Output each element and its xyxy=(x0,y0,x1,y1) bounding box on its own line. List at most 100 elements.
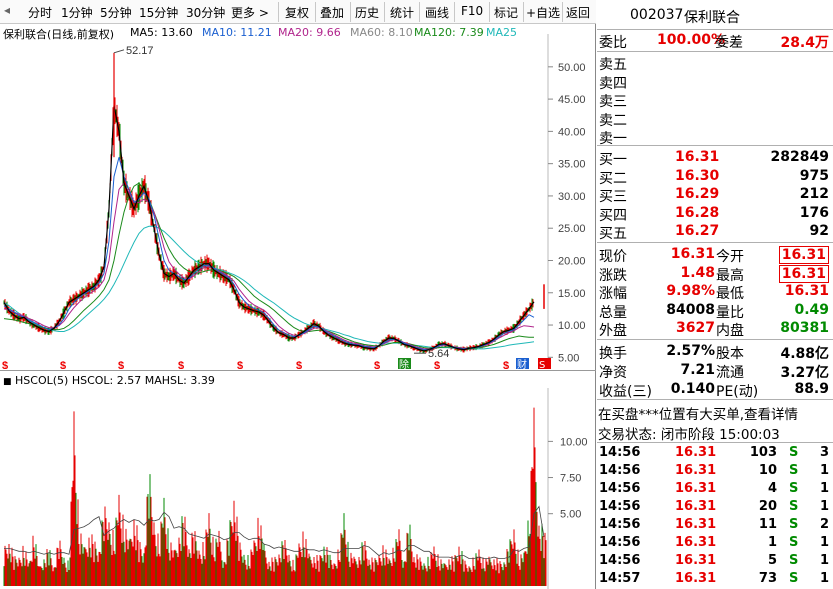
tick-volume: 10 xyxy=(758,463,777,478)
mahsl-value: MAHSL: 3.39 xyxy=(144,374,215,387)
stat-value: 1.48 xyxy=(680,264,715,281)
fund-row: 净资 7.21 流通 3.27亿 xyxy=(597,361,833,381)
kline-chart-panel[interactable]: 保利联合(日线,前复权) MA5: 13.60 MA10: 11.21 MA20: … xyxy=(0,24,596,589)
event-marker: $ xyxy=(118,360,124,369)
rights-adjust-button[interactable]: 复权 xyxy=(285,4,309,21)
trading-status: 交易状态: 闭市阶段 15:00:03 xyxy=(597,422,833,443)
tick-side: S xyxy=(789,571,799,586)
overlay-button[interactable]: 叠加 xyxy=(320,4,344,21)
buy-level-label: 买五 xyxy=(599,226,627,242)
stat-row: 现价 16.31 今开 16.31 xyxy=(597,245,833,265)
tick-side: S xyxy=(789,481,799,496)
tick-price: 16.31 xyxy=(675,481,717,496)
tab-5min[interactable]: 5分钟 xyxy=(100,4,132,21)
tick-count: 1 xyxy=(819,481,829,496)
stat-value: 0.49 xyxy=(794,301,829,318)
mark-button[interactable]: 标记 xyxy=(494,4,518,21)
back-button[interactable]: 返回 xyxy=(566,4,590,21)
fund-row: 收益(三) 0.140 PE(动) 88.9 xyxy=(597,380,833,400)
quote-panel: 002037 保利联合 委比 100.00% 委差 28.4万 卖五 卖四 卖三 卖二… xyxy=(597,0,833,589)
tick-side: S xyxy=(789,517,799,532)
buy-level-price: 16.28 xyxy=(675,204,720,221)
f10-button[interactable]: F10 xyxy=(461,4,483,18)
tab-intraday[interactable]: 分时 xyxy=(28,4,52,21)
hscol-value: HSCOL: 2.57 xyxy=(71,374,142,387)
sell-level-row: 卖一 xyxy=(597,127,833,147)
stat-row: 涨幅 9.98% 最低 16.31 xyxy=(597,282,833,302)
tick-volume: 4 xyxy=(767,481,777,496)
turnover-chart[interactable]: 5.00 7.50 10.00 xyxy=(0,388,596,589)
event-marker: $ xyxy=(2,360,8,369)
tab-15min[interactable]: 15分钟 xyxy=(139,4,178,21)
y-tick-label: 20.00 xyxy=(558,255,586,267)
tab-1min[interactable]: 1分钟 xyxy=(61,4,93,21)
more-periods-menu[interactable]: 更多 > xyxy=(231,4,269,21)
volume-legend: ■ HSCOL(5) HSCOL: 2.57 MAHSL: 3.39 xyxy=(3,374,215,387)
big-order-notice[interactable]: 在买盘***位置有大买单,查看详情 xyxy=(597,402,833,423)
fund-value: 0.140 xyxy=(670,381,715,397)
buy-level-price: 16.27 xyxy=(675,223,720,239)
event-marker: $ xyxy=(178,360,184,369)
fund-label: 股本 xyxy=(716,346,744,362)
tick-count: 1 xyxy=(819,463,829,478)
event-badge-label: 财 xyxy=(517,358,527,369)
tick-volume: 73 xyxy=(758,571,777,586)
buy-level-row[interactable]: 买三 16.29 212 xyxy=(597,185,833,205)
buy-level-row[interactable]: 买二 16.30 975 xyxy=(597,167,833,187)
statistics-button[interactable]: 统计 xyxy=(390,4,414,21)
tick-time: 14:56 xyxy=(599,517,641,532)
tick-count: 1 xyxy=(819,499,829,514)
order-ratio-row: 委比 100.00% 委差 28.4万 xyxy=(597,31,833,51)
buy-level-row[interactable]: 买五 16.27 92 xyxy=(597,222,833,242)
tick-volume: 5 xyxy=(767,553,777,568)
event-marker: $ xyxy=(296,360,302,369)
fund-label: 换手 xyxy=(599,346,627,362)
tick-row: 14:56 16.31 5 S 1 xyxy=(597,552,833,571)
y-tick-label: 30.00 xyxy=(558,191,586,203)
tick-side: S xyxy=(789,535,799,550)
pane-divider xyxy=(0,370,596,371)
tick-count: 3 xyxy=(819,445,829,460)
y-tick-label: 25.00 xyxy=(558,223,586,235)
ma120-line xyxy=(3,225,535,350)
tick-time: 14:56 xyxy=(599,463,641,478)
status-text: 交易状态: 闭市阶段 15:00:03 xyxy=(598,427,780,443)
add-watchlist-button[interactable]: +自选 xyxy=(526,4,560,21)
stat-label: 外盘 xyxy=(599,323,627,339)
tick-row: 14:56 16.31 103 S 3 xyxy=(597,444,833,463)
tick-volume: 103 xyxy=(749,445,777,460)
ratio-label: 委比 xyxy=(599,35,627,51)
buy-level-row[interactable]: 买一 16.31 282849 xyxy=(597,148,833,168)
tick-count: 1 xyxy=(819,553,829,568)
price-chart[interactable]: 5.00 10.00 15.00 20.00 25.00 30.00 35.00 40.00 4… xyxy=(0,24,596,369)
tick-time: 14:56 xyxy=(599,499,641,514)
buy-level-volume: 212 xyxy=(799,186,829,202)
tick-row: 14:56 16.31 4 S 1 xyxy=(597,480,833,499)
tick-time: 14:56 xyxy=(599,535,641,550)
history-button[interactable]: 历史 xyxy=(355,4,379,21)
event-marker: $ xyxy=(503,360,509,369)
tick-side: S xyxy=(789,445,799,460)
tab-30min[interactable]: 30分钟 xyxy=(186,4,225,21)
buy-level-row[interactable]: 买四 16.28 176 xyxy=(597,204,833,224)
stat-value: 9.98% xyxy=(666,283,715,299)
tick-row: 14:56 16.31 11 S 2 xyxy=(597,516,833,535)
tick-price: 16.31 xyxy=(675,463,717,478)
stock-header: 002037 保利联合 xyxy=(597,6,833,28)
stat-value: 16.31 xyxy=(670,246,715,262)
stat-value: 3627 xyxy=(676,320,715,336)
sell-level-row: 卖四 xyxy=(597,72,833,92)
event-marker: $ xyxy=(374,360,380,369)
y-tick-label: 40.00 xyxy=(558,126,586,138)
fund-value: 7.21 xyxy=(680,362,715,378)
event-badge-label: S xyxy=(539,360,545,369)
vol-tick-label: 7.50 xyxy=(560,473,581,485)
tick-price: 16.31 xyxy=(675,445,717,460)
buy-level-price: 16.31 xyxy=(675,149,720,165)
tick-price: 16.31 xyxy=(675,517,717,532)
draw-line-button[interactable]: 画线 xyxy=(425,4,449,21)
toolbar-grip-icon[interactable]: ◂ xyxy=(4,3,10,17)
buy-level-volume: 975 xyxy=(799,167,829,184)
high-label: 52.17 xyxy=(126,45,154,57)
tick-side: S xyxy=(789,463,799,478)
